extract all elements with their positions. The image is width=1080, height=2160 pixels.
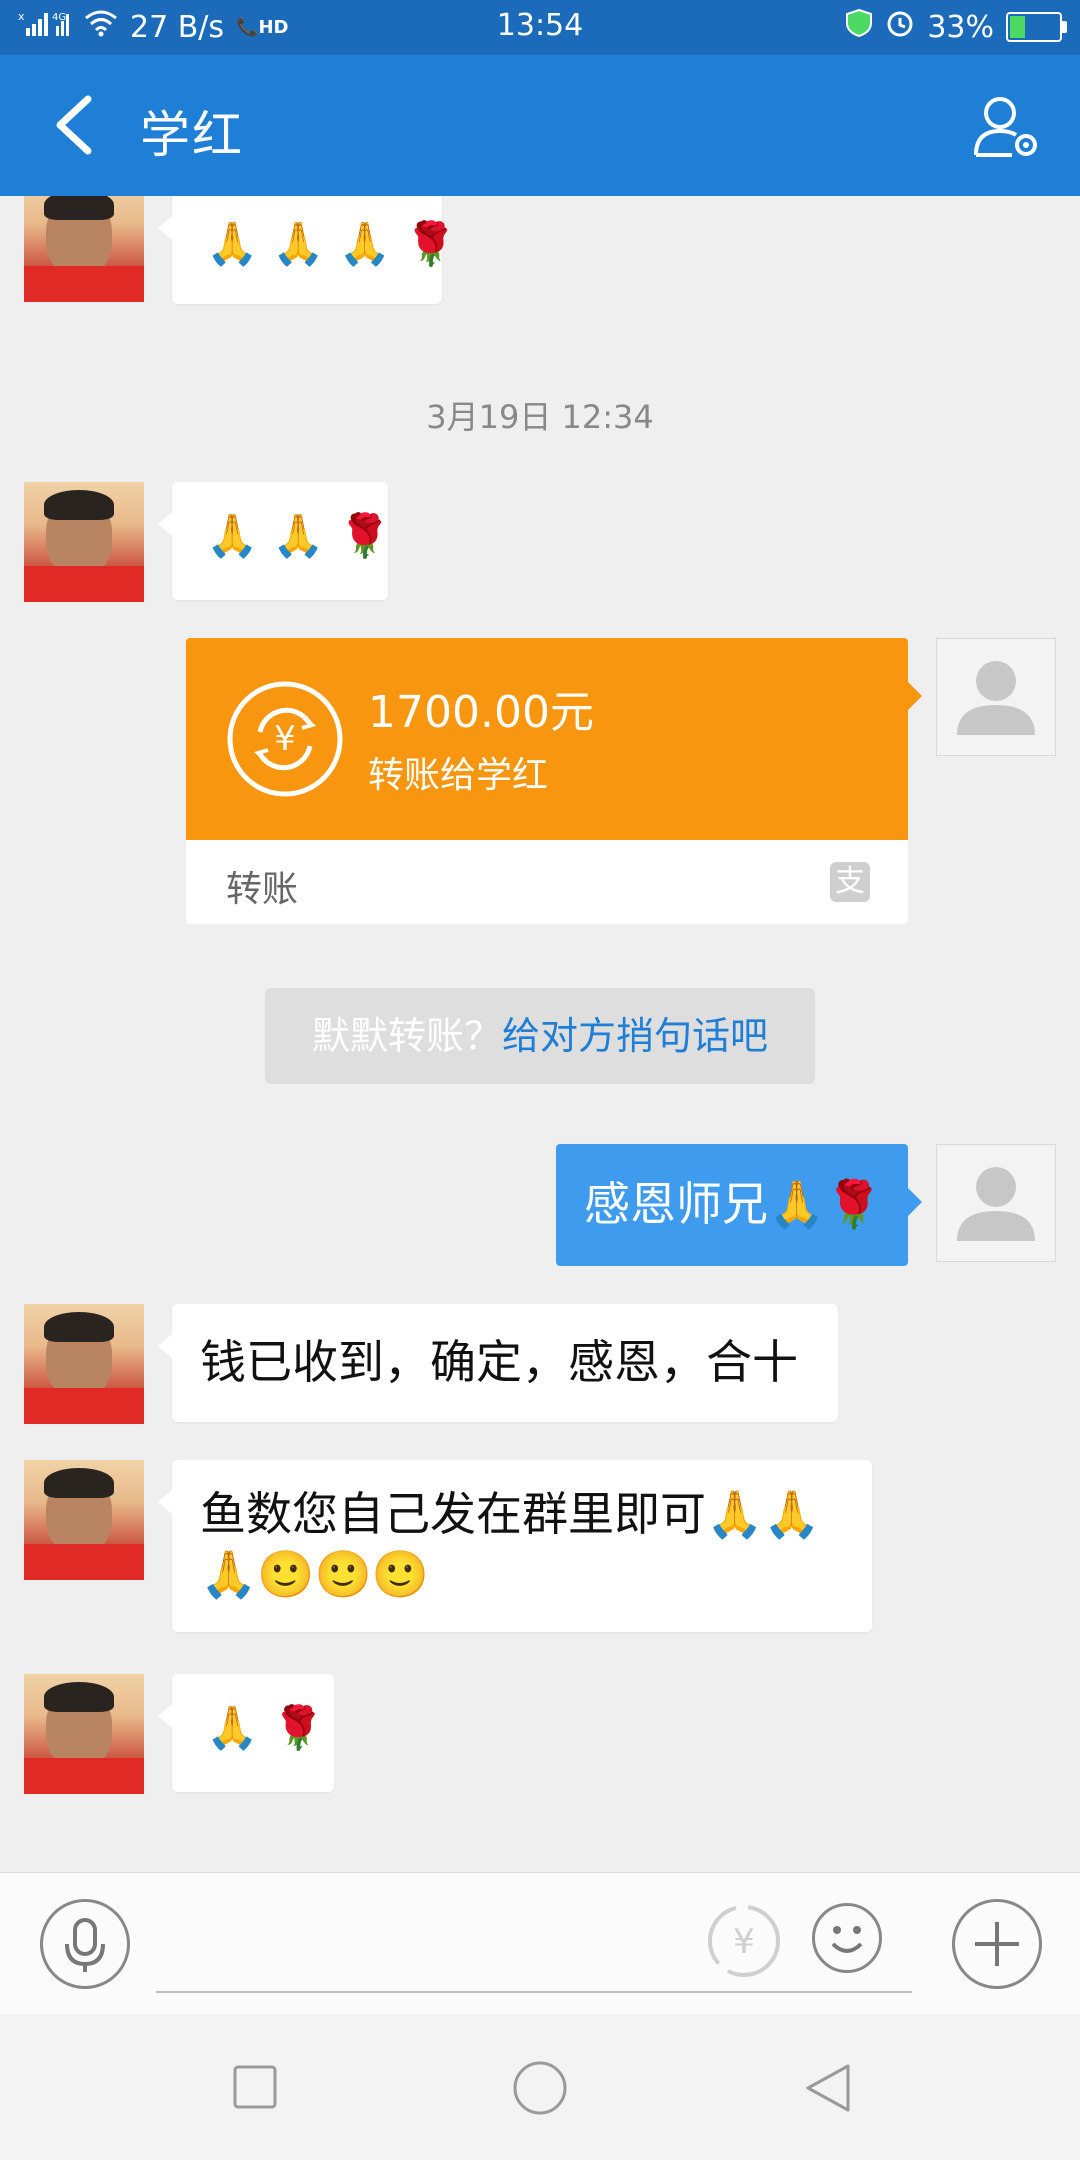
contact-avatar[interactable] [24, 196, 144, 302]
transfer-notice: 默默转账？给对方捎句话吧 [265, 988, 815, 1084]
my-avatar[interactable] [936, 1144, 1056, 1262]
chevron-left-icon [56, 95, 92, 155]
back-button[interactable] [48, 93, 108, 157]
user-settings-icon [974, 97, 1037, 157]
rose-emoji: 🌹 [338, 511, 391, 560]
message-bubble-incoming[interactable]: 🙏 🙏 🙏 🌹 [158, 196, 457, 304]
transfer-description: 转账给学红 [368, 755, 549, 796]
transfer-coin-icon: ¥ [227, 681, 343, 797]
smiley-icon [831, 1926, 863, 1953]
home-button[interactable] [512, 2060, 568, 2116]
svg-text:¥: ¥ [274, 719, 296, 759]
voice-input-button[interactable] [40, 1899, 130, 1989]
praying-hands-emoji: 🙏 [272, 219, 325, 268]
transfer-label: 转账 [226, 869, 299, 910]
rose-emoji: 🌹 [404, 219, 458, 268]
battery-percent: 33% [927, 9, 994, 45]
triangle-back-icon [806, 2064, 850, 2112]
message-bubble-incoming[interactable]: 🙏 🙏 🌹 [158, 482, 391, 600]
transfer-card[interactable]: ¥ 1700.00元 转账给学红 转账 支 [186, 638, 922, 924]
chat-history[interactable]: 🙏 🙏 🙏 🌹 3月19日 12:34 🙏 🙏 🌹 ¥ 1700.00元 转账给… [0, 196, 1080, 1872]
recent-apps-button[interactable] [232, 2064, 278, 2110]
yuan-transfer-icon: ¥ [708, 1905, 780, 1977]
shield-icon [845, 8, 873, 46]
battery-icon [1006, 12, 1067, 42]
alarm-icon [885, 8, 915, 46]
message-bubble-incoming[interactable]: 🙏 🌹 [158, 1674, 334, 1792]
contact-settings-button[interactable] [972, 93, 1040, 161]
square-icon [233, 2065, 277, 2109]
praying-hands-emoji: 🙏 [206, 1703, 259, 1752]
chat-title: 学红 [140, 106, 244, 164]
svg-text:¥: ¥ [733, 1922, 755, 1962]
transfer-amount: 1700.00元 [368, 687, 594, 738]
praying-hands-emoji: 🙏 [338, 219, 391, 268]
contact-avatar[interactable] [24, 1674, 144, 1794]
back-nav-button[interactable] [804, 2062, 852, 2114]
message-bubble-incoming[interactable]: 鱼数您自己发在群里即可🙏🙏🙏🙂🙂🙂 [158, 1460, 872, 1632]
praying-hands-emoji: 🙏 [206, 511, 259, 560]
input-bar: ¥ [0, 1872, 1080, 2015]
message-input[interactable] [156, 1895, 696, 1991]
my-avatar[interactable] [936, 638, 1056, 756]
input-underline [156, 1991, 912, 1993]
notice-text: 默默转账？ [311, 1014, 502, 1058]
message-bubble-outgoing[interactable]: 感恩师兄🙏🌹 [556, 1144, 922, 1266]
rose-emoji: 🌹 [272, 1703, 325, 1752]
alipay-icon: 支 [830, 862, 870, 902]
default-user-icon [957, 1167, 1035, 1241]
praying-hands-emoji: 🙏 [272, 511, 325, 560]
contact-avatar[interactable] [24, 482, 144, 602]
chat-header: 学红 [0, 55, 1080, 196]
message-timestamp: 3月19日 12:34 [426, 398, 654, 436]
default-user-icon [957, 661, 1035, 735]
circle-icon [513, 2061, 567, 2115]
transfer-button[interactable]: ¥ [706, 1903, 782, 1979]
plus-icon [975, 1922, 1019, 1966]
message-bubble-incoming[interactable]: 钱已收到，确定，感恩，合十 [158, 1304, 838, 1422]
contact-avatar[interactable] [24, 1304, 144, 1424]
add-message-link[interactable]: 给对方捎句话吧 [502, 1014, 768, 1058]
microphone-icon [65, 1918, 105, 1972]
system-navigation-bar [0, 2014, 1080, 2160]
praying-hands-emoji: 🙏 [206, 219, 259, 268]
more-options-button[interactable] [952, 1899, 1042, 1989]
status-bar: x 4G 27 B/s 📞HD 13:54 33% [0, 0, 1080, 55]
emoji-button[interactable] [812, 1903, 882, 1973]
contact-avatar[interactable] [24, 1460, 144, 1580]
